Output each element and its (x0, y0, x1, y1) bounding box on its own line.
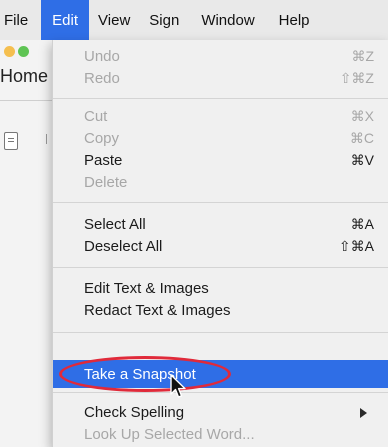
shortcut-label: ⇧⌘Z (339, 69, 374, 86)
mouse-cursor-icon (170, 374, 186, 398)
menu-separator (53, 267, 388, 268)
document-icon[interactable] (4, 132, 18, 150)
menu-separator (53, 392, 388, 393)
menu-item-delete[interactable]: Delete (53, 170, 388, 194)
toolbar-separator (46, 134, 47, 144)
menu-view[interactable]: View (89, 0, 139, 40)
menu-help[interactable]: Help (267, 0, 316, 40)
menu-item-label: Check Spelling (84, 403, 185, 421)
menu-item-take-snapshot[interactable]: Take a Snapshot (53, 360, 388, 388)
menu-file[interactable]: File (0, 0, 41, 40)
minimize-button[interactable] (4, 46, 15, 57)
menu-separator (53, 202, 388, 203)
shortcut-label: ⇧⌘A (338, 237, 374, 254)
shortcut-label: ⌘C (349, 129, 374, 146)
menu-item-label: Copy (84, 129, 120, 147)
shortcut-label: ⌘A (350, 215, 374, 232)
menu-sign[interactable]: Sign (139, 0, 189, 40)
background-window: Home (0, 40, 60, 447)
menu-bar: File Edit View Sign Window Help (0, 0, 388, 40)
menu-item-label: Delete (84, 173, 128, 191)
menu-item-label: Redact Text & Images (84, 301, 231, 319)
menu-window[interactable]: Window (189, 0, 266, 40)
toolbar-divider (0, 100, 60, 101)
menu-item-label: Look Up Selected Word... (84, 425, 255, 443)
menu-item-redo[interactable]: Redo ⇧⌘Z (53, 66, 388, 90)
shortcut-label: ⌘X (350, 107, 374, 124)
menu-item-undo[interactable]: Undo ⌘Z (53, 44, 388, 68)
submenu-arrow-icon (360, 408, 367, 418)
menu-item-redact-text-images[interactable]: Redact Text & Images (53, 298, 388, 322)
shortcut-label: ⌘Z (351, 47, 374, 64)
zoom-button[interactable] (18, 46, 29, 57)
menu-item-check-spelling[interactable]: Check Spelling (53, 400, 388, 424)
menu-item-label: Deselect All (84, 237, 163, 255)
menu-separator (53, 332, 388, 333)
menu-item-label: Cut (84, 107, 108, 125)
menu-item-label: Redo (84, 69, 120, 87)
shortcut-label: ⌘V (350, 151, 374, 168)
menu-edit[interactable]: Edit (41, 0, 90, 40)
menu-separator (53, 98, 388, 99)
menu-item-label: Select All (84, 215, 146, 233)
menu-item-cut[interactable]: Cut ⌘X (53, 104, 388, 128)
menu-item-label: Undo (84, 47, 120, 65)
menu-item-label: Paste (84, 151, 123, 169)
edit-dropdown-menu: Undo ⌘Z Redo ⇧⌘Z Cut ⌘X Copy ⌘C Paste ⌘V… (52, 40, 388, 447)
menu-item-label: Edit Text & Images (84, 279, 209, 297)
menu-item-deselect-all[interactable]: Deselect All ⇧⌘A (53, 234, 388, 258)
menu-item-copy[interactable]: Copy ⌘C (53, 126, 388, 150)
menu-item-edit-text-images[interactable]: Edit Text & Images (53, 276, 388, 300)
menu-item-look-up[interactable]: Look Up Selected Word... (53, 422, 388, 446)
menu-item-paste[interactable]: Paste ⌘V (53, 148, 388, 172)
home-tab-label[interactable]: Home (0, 66, 48, 87)
menu-item-select-all[interactable]: Select All ⌘A (53, 212, 388, 236)
